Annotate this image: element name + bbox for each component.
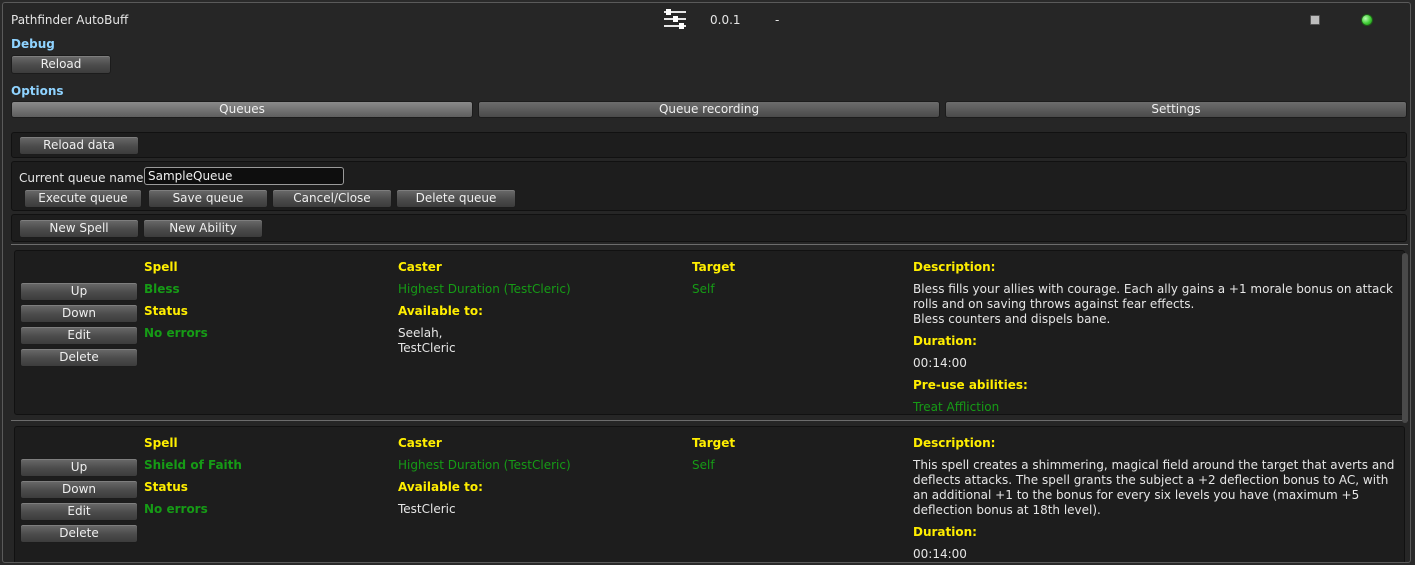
delete-button[interactable]: Delete [20,348,138,367]
status-header: Status [144,480,188,494]
pre-use-value: Treat Affliction [913,400,1000,414]
status-header: Status [144,304,188,318]
queue-controls-panel: Current queue name: SampleQueue Execute … [11,161,1407,211]
divider [11,420,1408,421]
spell-name: Shield of Faith [144,458,242,472]
description-header: Description: [913,436,996,450]
queue-name-input[interactable]: SampleQueue [144,167,344,185]
caster-value: Highest Duration (TestCleric) [398,282,571,296]
new-ability-button[interactable]: New Ability [143,219,263,238]
status-value: No errors [144,326,208,340]
description-header: Description: [913,260,996,274]
window-title: Pathfinder AutoBuff [11,13,129,27]
duration-header: Duration: [913,334,977,348]
move-up-button[interactable]: Up [20,282,138,301]
pre-use-header: Pre-use abilities: [913,378,1028,392]
reload-data-button[interactable]: Reload data [19,136,139,155]
caster-header: Caster [398,436,442,450]
target-header: Target [692,436,736,450]
duration-value: 00:14:00 [913,547,967,561]
current-queue-label: Current queue name: [19,171,148,185]
description-text: Bless counters and dispels bane. [913,312,1111,326]
spell-header: Spell [144,436,178,450]
version-label: 0.0.1 [710,13,741,27]
queue-entry: Up Down Edit Delete Spell Bless Status N… [14,250,1405,415]
new-entry-panel: New Spell New Ability [11,214,1407,242]
delete-queue-button[interactable]: Delete queue [396,189,516,208]
available-to-line: TestCleric [398,341,456,355]
target-value: Self [692,458,715,472]
spell-header: Spell [144,260,178,274]
autobuff-window: Pathfinder AutoBuff 0.0.1 - Debug Reload… [2,2,1411,563]
description-text: This spell creates a shimmering, magical… [913,458,1395,517]
available-to-line: Seelah, [398,326,443,340]
target-header: Target [692,260,736,274]
description-text: Bless fills your allies with courage. Ea… [913,282,1393,311]
vertical-scrollbar[interactable] [1402,253,1408,423]
cancel-close-button[interactable]: Cancel/Close [272,189,392,208]
reload-button[interactable]: Reload [11,55,111,74]
spell-name: Bless [144,282,180,296]
save-queue-button[interactable]: Save queue [148,189,268,208]
options-section-label: Options [11,84,64,98]
divider [11,244,1408,245]
status-value: No errors [144,502,208,516]
available-to-header: Available to: [398,480,483,494]
new-spell-button[interactable]: New Spell [19,219,139,238]
duration-header: Duration: [913,525,977,539]
available-to-line: TestCleric [398,502,456,516]
edit-button[interactable]: Edit [20,502,138,521]
tab-queues[interactable]: Queues [11,101,473,118]
tab-queue-recording[interactable]: Queue recording [478,101,940,118]
minimize-icon[interactable] [1310,15,1320,25]
duration-value: 00:14:00 [913,356,967,370]
settings-sliders-icon[interactable] [663,7,687,31]
move-up-button[interactable]: Up [20,458,138,477]
edit-button[interactable]: Edit [20,326,138,345]
delete-button[interactable]: Delete [20,524,138,543]
caster-value: Highest Duration (TestCleric) [398,458,571,472]
debug-section-label: Debug [11,37,55,51]
tab-settings[interactable]: Settings [945,101,1407,118]
caster-header: Caster [398,260,442,274]
queue-entry: Up Down Edit Delete Spell Shield of Fait… [14,426,1405,562]
reload-data-panel: Reload data [11,132,1407,158]
separator-text: - [775,13,780,27]
available-to-header: Available to: [398,304,483,318]
move-down-button[interactable]: Down [20,480,138,499]
target-value: Self [692,282,715,296]
move-down-button[interactable]: Down [20,304,138,323]
status-indicator-icon [1361,14,1373,26]
execute-queue-button[interactable]: Execute queue [24,189,142,208]
